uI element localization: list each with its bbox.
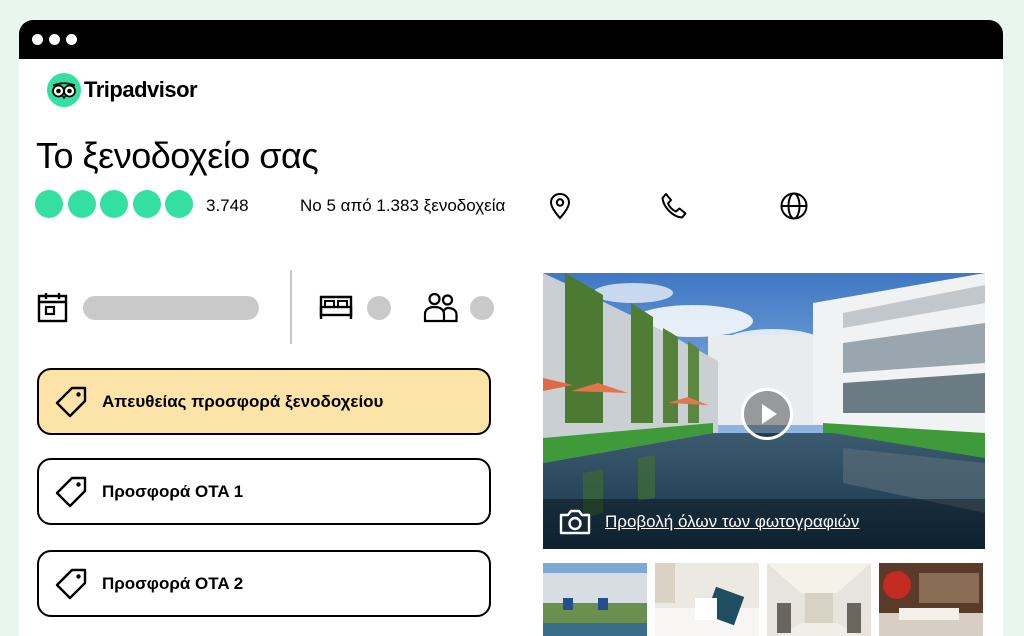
price-tag-icon	[55, 476, 87, 507]
offer-label: Απευθείας προσφορά ξενοδοχείου	[102, 391, 384, 411]
bed-icon[interactable]	[318, 293, 354, 328]
play-icon	[762, 404, 777, 424]
photo-thumbnail-4[interactable]	[879, 563, 983, 636]
browser-window: Tripadvisor Το ξενοδοχείο σας 3.748 Νο 5…	[19, 20, 1003, 636]
calendar-icon[interactable]	[37, 291, 69, 328]
photo-thumbnail-2[interactable]	[655, 563, 759, 636]
camera-icon	[558, 508, 592, 541]
rating-bubble	[165, 190, 193, 218]
rating-bubble	[35, 190, 63, 218]
photo-thumbnail-1[interactable]	[543, 563, 647, 636]
offer-direct-hotel[interactable]: Απευθείας προσφορά ξενοδοχείου	[37, 368, 491, 435]
search-divider	[290, 270, 292, 344]
tripadvisor-logo[interactable]: Tripadvisor	[47, 73, 198, 107]
owl-icon	[47, 73, 81, 107]
rating-bubble	[100, 190, 128, 218]
rating-bubbles	[35, 190, 198, 218]
photo-thumbnail-3[interactable]	[767, 563, 871, 636]
offer-label: Προσφορά OTA 2	[102, 573, 244, 593]
guests-icon[interactable]	[423, 290, 459, 329]
price-tag-icon	[55, 386, 87, 417]
thumbnail-image	[767, 563, 871, 636]
thumbnail-image	[543, 563, 647, 636]
view-all-photos-link[interactable]: Προβολή όλων των φωτογραφιών	[605, 512, 859, 532]
offer-ota-2[interactable]: Προσφορά OTA 2	[37, 550, 491, 617]
hotel-hero-photo[interactable]: Προβολή όλων των φωτογραφιών	[543, 273, 985, 549]
window-titlebar	[19, 20, 1003, 59]
thumbnail-image	[655, 563, 759, 636]
rating-bubble	[132, 190, 161, 218]
phone-icon[interactable]	[659, 192, 689, 225]
hotel-title: Το ξενοδοχείο σας	[36, 135, 319, 176]
globe-icon[interactable]	[779, 191, 809, 226]
reviews-count[interactable]: 3.748	[206, 196, 249, 216]
window-dot-2	[49, 34, 60, 45]
rating-bubble	[67, 190, 96, 218]
guests-placeholder[interactable]	[470, 296, 494, 320]
window-dot-1	[32, 34, 43, 45]
thumbnail-image	[879, 563, 983, 636]
rooms-placeholder[interactable]	[367, 296, 391, 320]
window-dot-3	[66, 34, 77, 45]
offer-label: Προσφορά OTA 1	[102, 481, 244, 501]
price-tag-icon	[55, 568, 87, 599]
location-pin-icon[interactable]	[547, 192, 573, 225]
dates-placeholder[interactable]	[83, 296, 259, 320]
hotel-rank[interactable]: Νο 5 από 1.383 ξενοδοχεία	[300, 196, 505, 216]
offer-ota-1[interactable]: Προσφορά OTA 1	[37, 458, 491, 525]
play-video-button[interactable]	[741, 388, 793, 440]
brand-name: Tripadvisor	[84, 77, 198, 102]
